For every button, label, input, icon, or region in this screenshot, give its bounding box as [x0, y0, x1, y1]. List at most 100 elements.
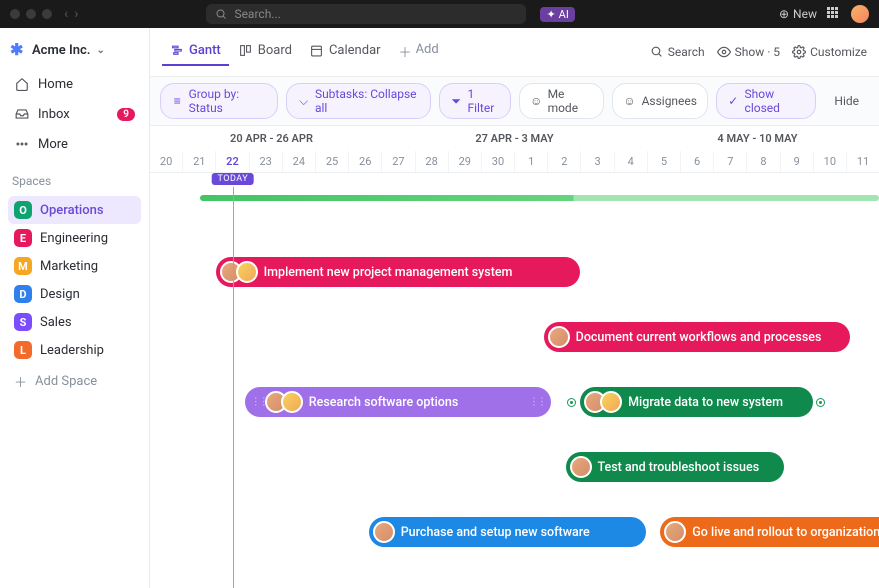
sidebar-space-sales[interactable]: SSales — [8, 308, 141, 336]
global-search[interactable]: Search... — [206, 4, 526, 24]
people-icon: ☺ — [623, 94, 637, 108]
group-by-chip[interactable]: ≡Group by: Status — [160, 83, 278, 119]
avatar — [548, 326, 570, 348]
calendar-icon — [310, 44, 324, 58]
task-label: Document current workflows and processes — [576, 330, 822, 345]
view-tab-calendar[interactable]: Calendar — [302, 37, 389, 66]
nav-inbox[interactable]: Inbox 9 — [8, 100, 141, 128]
day-column[interactable]: 8 — [747, 151, 780, 172]
sidebar-space-operations[interactable]: OOperations — [8, 196, 141, 224]
window-controls[interactable] — [10, 9, 52, 19]
me-mode-chip[interactable]: ☺Me mode — [519, 83, 604, 119]
spaces-heading: Spaces — [12, 174, 141, 188]
search-icon — [650, 45, 664, 59]
user-avatar[interactable] — [851, 5, 869, 23]
gantt-task-bar[interactable]: Purchase and setup new software — [369, 517, 646, 547]
gantt-task-bar[interactable]: Research software options — [245, 387, 551, 417]
gantt-chart: 20 APR - 26 APR27 APR - 3 MAY4 MAY - 10 … — [150, 125, 879, 588]
dependency-dot[interactable] — [568, 399, 575, 406]
home-icon — [14, 76, 30, 92]
view-tab-gantt[interactable]: Gantt — [162, 37, 229, 66]
add-view-button[interactable]: ＋ Add — [393, 36, 445, 67]
search-placeholder: Search... — [234, 7, 280, 21]
space-chip-icon: M — [14, 257, 32, 275]
avatar — [570, 456, 592, 478]
day-column[interactable]: 20 — [150, 151, 183, 172]
day-column[interactable]: 6 — [681, 151, 714, 172]
avatar — [281, 391, 303, 413]
gantt-task-bar[interactable]: Go live and rollout to organization — [660, 517, 879, 547]
gantt-grid[interactable]: Implement new project management system D… — [150, 187, 879, 588]
overall-progress-bar — [200, 195, 879, 201]
view-tab-board[interactable]: Board — [231, 37, 300, 66]
sidebar-space-engineering[interactable]: EEngineering — [8, 224, 141, 252]
sidebar-space-design[interactable]: DDesign — [8, 280, 141, 308]
day-column[interactable]: 3 — [581, 151, 614, 172]
day-column[interactable]: 26 — [349, 151, 382, 172]
board-icon — [239, 44, 253, 58]
filter-chip[interactable]: ⏷1 Filter — [439, 83, 511, 119]
assignee-avatars — [265, 391, 303, 413]
space-chip-icon: L — [14, 341, 32, 359]
task-label: Implement new project management system — [264, 265, 513, 280]
nav-home[interactable]: Home — [8, 70, 141, 98]
sidebar-space-marketing[interactable]: M Marketing — [8, 252, 141, 280]
day-column[interactable]: 28 — [416, 151, 449, 172]
eye-icon — [717, 45, 731, 59]
nav-back-icon[interactable]: ‹ — [64, 6, 68, 22]
task-label: Research software options — [309, 395, 458, 410]
toolbar-show[interactable]: Show · 5 — [717, 45, 780, 59]
day-column[interactable]: 30 — [482, 151, 515, 172]
workspace-name: Acme Inc. — [32, 43, 90, 58]
week-header: 20 APR - 26 APR27 APR - 3 MAY4 MAY - 10 … — [150, 125, 879, 151]
workspace-logo-icon — [10, 42, 26, 58]
day-column[interactable]: 2 — [548, 151, 581, 172]
avatar — [600, 391, 622, 413]
hide-filters-button[interactable]: Hide — [824, 83, 869, 119]
day-column[interactable]: 21 — [183, 151, 216, 172]
add-space-button[interactable]: ＋ Add Space — [8, 366, 141, 397]
day-column[interactable]: 27 — [382, 151, 415, 172]
space-label: Marketing — [40, 259, 98, 274]
inbox-icon — [14, 106, 30, 122]
plus-icon: ＋ — [399, 42, 412, 61]
day-column[interactable]: 23 — [250, 151, 283, 172]
day-column[interactable]: 1 — [515, 151, 548, 172]
day-column[interactable]: 4 — [615, 151, 648, 172]
assignee-avatars — [220, 261, 258, 283]
subtasks-chip[interactable]: ⌵Subtasks: Collapse all — [286, 83, 431, 119]
day-column[interactable]: 29 — [449, 151, 482, 172]
gantt-task-bar[interactable]: Migrate data to new system — [580, 387, 813, 417]
workspace-switcher[interactable]: Acme Inc. ⌄ — [8, 38, 141, 68]
gantt-task-bar[interactable]: Document current workflows and processes — [544, 322, 850, 352]
week-label: 27 APR - 3 MAY — [393, 126, 636, 151]
ai-button[interactable]: ✦ AI — [540, 7, 574, 22]
assignees-chip[interactable]: ☺Assignees — [612, 83, 708, 119]
avatar — [373, 521, 395, 543]
gantt-task-bar[interactable]: Test and troubleshoot issues — [566, 452, 785, 482]
task-label: Test and troubleshoot issues — [598, 460, 760, 475]
today-line — [233, 187, 234, 588]
apps-grid-icon[interactable] — [827, 7, 841, 21]
sidebar-space-leadership[interactable]: LLeadership — [8, 336, 141, 364]
search-icon — [214, 7, 228, 21]
nav-more[interactable]: More — [8, 130, 141, 158]
space-label: Sales — [40, 315, 72, 330]
day-column[interactable]: 25 — [316, 151, 349, 172]
toolbar-search[interactable]: Search — [650, 45, 705, 59]
day-column[interactable]: 10 — [814, 151, 847, 172]
gantt-task-bar[interactable]: Implement new project management system — [216, 257, 581, 287]
day-column[interactable]: 7 — [714, 151, 747, 172]
day-column[interactable]: 5 — [648, 151, 681, 172]
chevron-down-icon: ⌄ — [96, 45, 104, 56]
today-marker[interactable]: TODAY — [212, 173, 255, 185]
toolbar-customize[interactable]: Customize — [792, 45, 867, 59]
nav-forward-icon[interactable]: › — [74, 6, 78, 22]
day-column[interactable]: 9 — [781, 151, 814, 172]
new-button[interactable]: ⊕ New — [779, 7, 817, 21]
show-closed-chip[interactable]: ✓Show closed — [716, 83, 816, 119]
dependency-dot[interactable] — [817, 399, 824, 406]
day-column[interactable]: 22 — [216, 151, 249, 172]
day-column[interactable]: 11 — [847, 151, 879, 172]
day-column[interactable]: 24 — [283, 151, 316, 172]
